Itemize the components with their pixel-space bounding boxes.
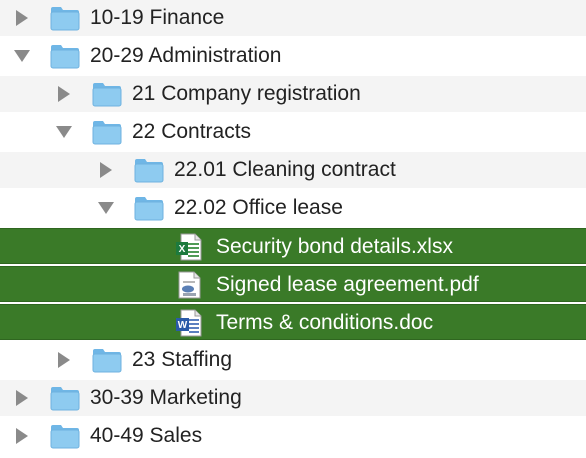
tree-row-staffing[interactable]: 23 Staffing bbox=[0, 342, 586, 378]
tree-item-label: Terms & conditions.doc bbox=[216, 311, 434, 334]
svg-text:X: X bbox=[179, 244, 186, 255]
tree-item-label: 30-39 Marketing bbox=[90, 386, 242, 409]
tree-item-label: Security bond details.xlsx bbox=[216, 235, 453, 258]
tree-item-label: 22.02 Office lease bbox=[174, 196, 343, 219]
tree-item-label: 21 Company registration bbox=[132, 82, 361, 105]
folder-icon bbox=[92, 121, 122, 145]
tree-row-security-bond-file[interactable]: X Security bond details.xlsx bbox=[0, 228, 586, 264]
tree-row-cleaning-contract[interactable]: 22.01 Cleaning contract bbox=[0, 152, 586, 188]
tree-row-sales[interactable]: 40-49 Sales bbox=[0, 418, 586, 454]
folder-icon bbox=[50, 45, 80, 69]
tree-row-company-registration[interactable]: 21 Company registration bbox=[0, 76, 586, 112]
disclosure-collapsed-icon[interactable] bbox=[14, 418, 30, 454]
pdf-file-icon bbox=[178, 271, 201, 299]
tree-item-label: 10-19 Finance bbox=[90, 6, 225, 29]
folder-icon bbox=[92, 83, 122, 107]
disclosure-collapsed-icon[interactable] bbox=[56, 76, 72, 112]
tree-row-finance[interactable]: 10-19 Finance bbox=[0, 0, 586, 36]
disclosure-collapsed-icon[interactable] bbox=[98, 152, 114, 188]
tree-item-label: 22 Contracts bbox=[132, 120, 252, 143]
folder-icon bbox=[134, 159, 164, 183]
tree-row-office-lease[interactable]: 22.02 Office lease bbox=[0, 190, 586, 226]
folder-icon bbox=[50, 7, 80, 31]
tree-item-label: 40-49 Sales bbox=[90, 424, 203, 447]
disclosure-expanded-icon[interactable] bbox=[56, 114, 72, 150]
folder-icon bbox=[50, 425, 80, 449]
tree-row-terms-conditions-file[interactable]: W Terms & conditions.doc bbox=[0, 304, 586, 340]
disclosure-collapsed-icon[interactable] bbox=[56, 342, 72, 378]
disclosure-expanded-icon[interactable] bbox=[98, 190, 114, 226]
file-tree: 10-19 Finance 20-29 Administration 21 Co… bbox=[0, 0, 586, 458]
disclosure-expanded-icon[interactable] bbox=[14, 38, 30, 74]
tree-item-label: Signed lease agreement.pdf bbox=[216, 273, 479, 296]
svg-text:W: W bbox=[178, 320, 188, 331]
folder-icon bbox=[50, 387, 80, 411]
tree-row-contracts[interactable]: 22 Contracts bbox=[0, 114, 586, 150]
tree-item-label: 22.01 Cleaning contract bbox=[174, 158, 396, 181]
tree-row-marketing[interactable]: 30-39 Marketing bbox=[0, 380, 586, 416]
tree-item-label: 23 Staffing bbox=[132, 348, 233, 371]
excel-file-icon: X bbox=[176, 233, 202, 261]
word-file-icon: W bbox=[176, 309, 202, 337]
tree-item-label: 20-29 Administration bbox=[90, 44, 282, 67]
folder-icon bbox=[134, 197, 164, 221]
tree-row-signed-lease-file[interactable]: Signed lease agreement.pdf bbox=[0, 266, 586, 302]
disclosure-collapsed-icon[interactable] bbox=[14, 0, 30, 36]
tree-row-administration[interactable]: 20-29 Administration bbox=[0, 38, 586, 74]
folder-icon bbox=[92, 349, 122, 373]
disclosure-collapsed-icon[interactable] bbox=[14, 380, 30, 416]
